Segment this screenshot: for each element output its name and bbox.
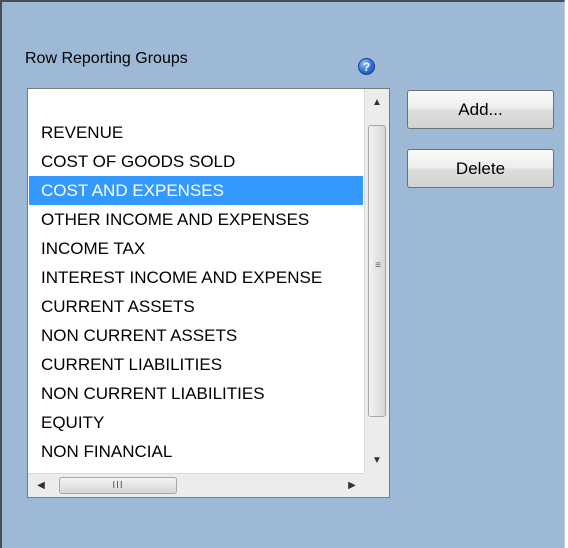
list-item[interactable]: [29, 89, 363, 118]
row-reporting-groups-label: Row Reporting Groups: [25, 50, 188, 67]
vertical-scrollbar[interactable]: ▲ ≡ ▼: [364, 89, 389, 473]
list-item[interactable]: COST OF GOODS SOLD: [29, 147, 363, 176]
list-item[interactable]: INCOME TAX: [29, 234, 363, 263]
scroll-left-arrow-icon[interactable]: ◀: [28, 474, 54, 497]
scroll-down-arrow-icon[interactable]: ▼: [365, 447, 389, 473]
row-reporting-groups-listbox[interactable]: REVENUE COST OF GOODS SOLD COST AND EXPENS…: [27, 88, 390, 498]
vertical-scroll-thumb[interactable]: ≡: [368, 125, 386, 417]
list-item[interactable]: CURRENT ASSETS: [29, 292, 363, 321]
list-item[interactable]: EQUITY: [29, 408, 363, 437]
delete-button[interactable]: Delete: [407, 149, 554, 188]
list-item[interactable]: OTHER INCOME AND EXPENSES: [29, 205, 363, 234]
scroll-up-arrow-icon[interactable]: ▲: [365, 89, 389, 115]
list-item[interactable]: INTEREST INCOME AND EXPENSE: [29, 263, 363, 292]
list-item[interactable]: NON CURRENT ASSETS: [29, 321, 363, 350]
list-item[interactable]: REVENUE: [29, 118, 363, 147]
scrollbar-corner: [364, 473, 389, 497]
add-button[interactable]: Add...: [407, 90, 554, 129]
list-item[interactable]: COST AND EXPENSES: [29, 176, 363, 205]
list-item[interactable]: NON CURRENT LIABILITIES: [29, 379, 363, 408]
grip-icon: ≡: [375, 260, 381, 271]
reporting-groups-panel: Row Reporting Groups ? REVENUE COST OF GO…: [0, 0, 565, 548]
horizontal-scroll-thumb[interactable]: III: [59, 477, 177, 494]
list-item[interactable]: NON FINANCIAL: [29, 437, 363, 466]
list-item[interactable]: CURRENT LIABILITIES: [29, 350, 363, 379]
list-items-container: REVENUE COST OF GOODS SOLD COST AND EXPENS…: [28, 89, 365, 473]
help-icon[interactable]: ?: [358, 58, 375, 75]
horizontal-scrollbar[interactable]: ◀ III ▶: [28, 473, 365, 497]
scroll-right-arrow-icon[interactable]: ▶: [339, 474, 365, 497]
